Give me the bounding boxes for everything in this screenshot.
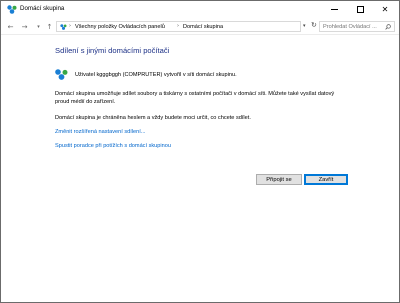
homegroup-password-info: Domácí skupina je chráněna heslem a vždy… (55, 115, 251, 121)
window-frame: Domácí skupina ✕ ← → ▾ ↑ › Všechny polož… (0, 0, 400, 303)
search-input[interactable] (323, 24, 385, 30)
forward-button[interactable]: → (20, 21, 29, 32)
maximize-icon (356, 6, 364, 13)
recent-locations-button[interactable]: ▾ (34, 21, 43, 32)
breadcrumb-control-panel[interactable]: Všechny položky Ovládacích panelů (75, 24, 165, 30)
homegroup-icon (60, 24, 67, 30)
chevron-down-icon: ▾ (37, 23, 40, 30)
address-dropdown-icon[interactable]: ▾ (303, 23, 306, 29)
breadcrumb-separator-icon[interactable]: › (177, 23, 179, 29)
refresh-icon[interactable]: ↻ (311, 21, 317, 29)
homegroup-creator-text: Uživatel kgggbggh (COMPRUTER) vytvořil v… (75, 72, 237, 78)
maximize-button[interactable] (349, 1, 371, 18)
search-icon[interactable] (385, 24, 391, 30)
page-title: Sdílení s jinými domácími počítači (55, 46, 170, 55)
back-button[interactable]: ← (6, 21, 15, 32)
arrow-up-icon: ↑ (46, 22, 53, 31)
minimize-icon (330, 9, 338, 10)
minimize-button[interactable] (323, 1, 345, 18)
arrow-right-icon: → (21, 22, 28, 31)
close-icon: ✕ (381, 4, 389, 14)
breadcrumb-separator-icon[interactable]: › (69, 23, 71, 29)
navigation-bar: ← → ▾ ↑ › Všechny položky Ovládacích pan… (1, 18, 399, 35)
close-button[interactable]: Zavřít (304, 174, 348, 185)
homegroup-description: Domácí skupina umožňuje sdílet soubory a… (55, 91, 335, 105)
homegroup-icon (7, 5, 17, 14)
window-title: Domácí skupina (20, 5, 65, 12)
close-window-button[interactable]: ✕ (374, 1, 396, 18)
address-bar[interactable]: › Všechny položky Ovládacích panelů › Do… (56, 21, 301, 32)
homegroup-icon (55, 69, 68, 80)
arrow-left-icon: ← (7, 22, 14, 31)
breadcrumb-homegroup[interactable]: Domácí skupina (183, 24, 223, 30)
join-button[interactable]: Připojit se (256, 174, 302, 185)
up-button[interactable]: ↑ (45, 21, 54, 32)
search-box[interactable] (319, 21, 395, 32)
troubleshooter-link[interactable]: Spustit poradce při potížích s domácí sk… (55, 143, 171, 149)
title-bar[interactable]: Domácí skupina ✕ (1, 1, 399, 18)
advanced-sharing-link[interactable]: Změnit rozšířená nastavení sdílení... (55, 129, 145, 135)
